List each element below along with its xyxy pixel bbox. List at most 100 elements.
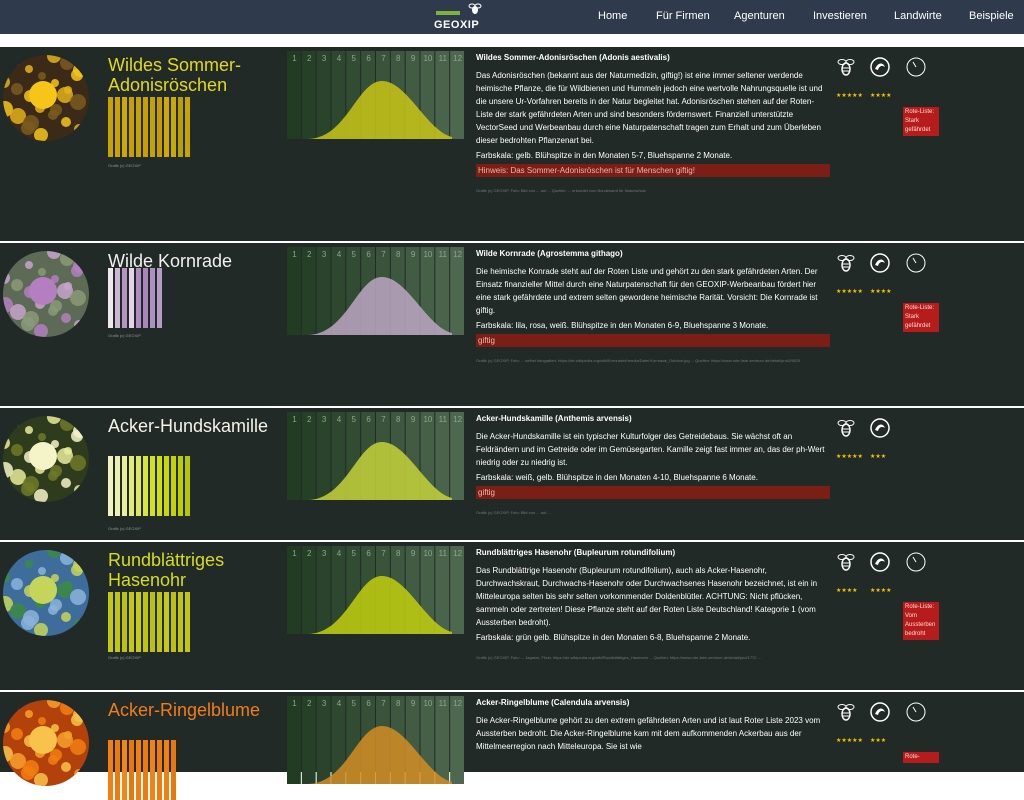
month-label: 6 (366, 549, 371, 558)
color-swatch (185, 456, 190, 516)
month-column (287, 247, 301, 335)
bee-rating-stars: ★★★★★ (836, 289, 863, 295)
bee-rating-stars: ★★★★ (836, 588, 858, 594)
plant-card: Wildes Sommer-Adonisröschen Grafik (c) GE… (0, 45, 1024, 241)
plant-title: Acker-Hundskamille (108, 416, 269, 436)
month-column (287, 696, 301, 784)
month-label: 5 (352, 54, 357, 63)
geoxip-logo[interactable]: GEOXIP (434, 2, 486, 32)
graphic-credit: Grafik (c) GEOXIP (108, 333, 141, 338)
month-label: 12 (453, 54, 462, 63)
color-swatch (157, 456, 162, 516)
top-navigation: GEOXIP Home Für Firmen Agenturen Investi… (0, 0, 1024, 34)
month-label: 9 (411, 699, 416, 708)
clock-icon (906, 57, 926, 77)
month-label: 11 (439, 54, 448, 63)
color-swatch (157, 740, 162, 800)
plant-photo (3, 550, 89, 636)
bloom-month-grid: 1 2 3 4 5 6 7 8 9 10 11 12 (287, 696, 464, 784)
color-swatch (171, 456, 176, 516)
clock-icon (906, 702, 926, 722)
plant-text: Das Adonisröschen (bekannt aus der Natur… (476, 71, 823, 145)
month-label: 12 (453, 415, 462, 424)
bee-icon (837, 59, 855, 76)
soil-rating-stars: ★★★★ (870, 93, 892, 99)
month-label: 3 (322, 54, 327, 63)
graphic-credit: Grafik (c) GEOXIP (108, 526, 141, 531)
month-label: 7 (381, 54, 386, 63)
month-label: 3 (322, 250, 327, 259)
red-list-badge: Rote- (903, 752, 939, 763)
toxicity-warning: giftig (476, 334, 830, 347)
month-label: 2 (307, 549, 312, 558)
red-list-badge: Rote-Liste: Stark gefährdet (903, 107, 939, 136)
plant-title: Acker-Ringelblume (108, 700, 261, 720)
color-swatch (122, 592, 127, 652)
nav-link-fuer-firmen[interactable]: Für Firmen (656, 10, 710, 22)
bee-rating-stars: ★★★★★ (836, 738, 863, 744)
month-label: 5 (352, 415, 357, 424)
bee-icon (837, 420, 855, 437)
color-swatch (136, 268, 141, 328)
color-swatch (136, 97, 141, 157)
month-label: 9 (411, 549, 416, 558)
plant-photo (3, 251, 89, 337)
month-column (287, 51, 301, 139)
color-swatch (122, 456, 127, 516)
month-label: 8 (396, 250, 401, 259)
plant-scientific-heading: Rundblättriges Hasenohr (Bupleurum rotun… (476, 548, 676, 557)
month-label: 11 (439, 415, 448, 424)
color-swatch (115, 592, 120, 652)
nav-link-agenturen[interactable]: Agenturen (734, 10, 785, 22)
plant-photo (3, 700, 89, 786)
month-column (316, 247, 331, 335)
color-swatch (129, 97, 134, 157)
month-label: 3 (322, 549, 327, 558)
soil-icon (870, 253, 890, 273)
color-swatch (178, 97, 183, 157)
nav-link-beispiele[interactable]: Beispiele (969, 10, 1014, 22)
color-swatch (129, 456, 134, 516)
color-swatch (122, 97, 127, 157)
month-label: 4 (337, 699, 342, 708)
color-scale-text: Farbskala: weiß, gelb. Blühspitze in den… (476, 473, 758, 482)
month-label: 1 (292, 54, 297, 63)
month-label: 8 (396, 549, 401, 558)
color-swatch (129, 592, 134, 652)
logo-mark (436, 11, 460, 15)
nav-link-home[interactable]: Home (598, 10, 627, 22)
month-label: 9 (411, 54, 416, 63)
month-column (450, 546, 464, 634)
color-swatch (108, 592, 113, 652)
soil-rating-stars: ★★★★ (870, 289, 892, 295)
color-swatch (164, 456, 169, 516)
month-label: 2 (307, 54, 312, 63)
bloom-month-grid: 1 2 3 4 5 6 7 8 9 10 11 12 (287, 546, 464, 634)
color-swatch (143, 592, 148, 652)
logo-text: GEOXIP (434, 19, 480, 31)
month-column (301, 546, 316, 634)
color-swatch (150, 740, 155, 800)
month-label: 4 (337, 549, 342, 558)
plant-title: Rundblättriges Hasenohr (108, 550, 225, 590)
month-label: 5 (352, 699, 357, 708)
month-label: 4 (337, 250, 342, 259)
color-swatch (143, 740, 148, 800)
color-swatch (108, 97, 113, 157)
nav-link-investieren[interactable]: Investieren (813, 10, 867, 22)
color-swatch (136, 740, 141, 800)
bee-icon (837, 554, 855, 571)
bloom-month-grid: 1 2 3 4 5 6 7 8 9 10 11 12 (287, 412, 464, 500)
plant-description: Wilde Kornrade (Agrostemma githago) Die h… (476, 247, 830, 365)
month-column (435, 696, 450, 784)
month-label: 10 (423, 415, 432, 424)
month-label: 10 (423, 699, 432, 708)
color-swatch (122, 268, 127, 328)
soil-rating-stars: ★★★★ (870, 588, 892, 594)
color-swatch (150, 97, 155, 157)
nav-link-landwirte[interactable]: Landwirte (894, 10, 942, 22)
plant-title: Wildes Sommer-Adonisröschen (108, 55, 242, 95)
month-label: 2 (307, 250, 312, 259)
month-label: 7 (381, 549, 386, 558)
source-credits: Grafik (c) GEOXIP, Foto: ... Jagsem, Fli… (476, 655, 761, 660)
